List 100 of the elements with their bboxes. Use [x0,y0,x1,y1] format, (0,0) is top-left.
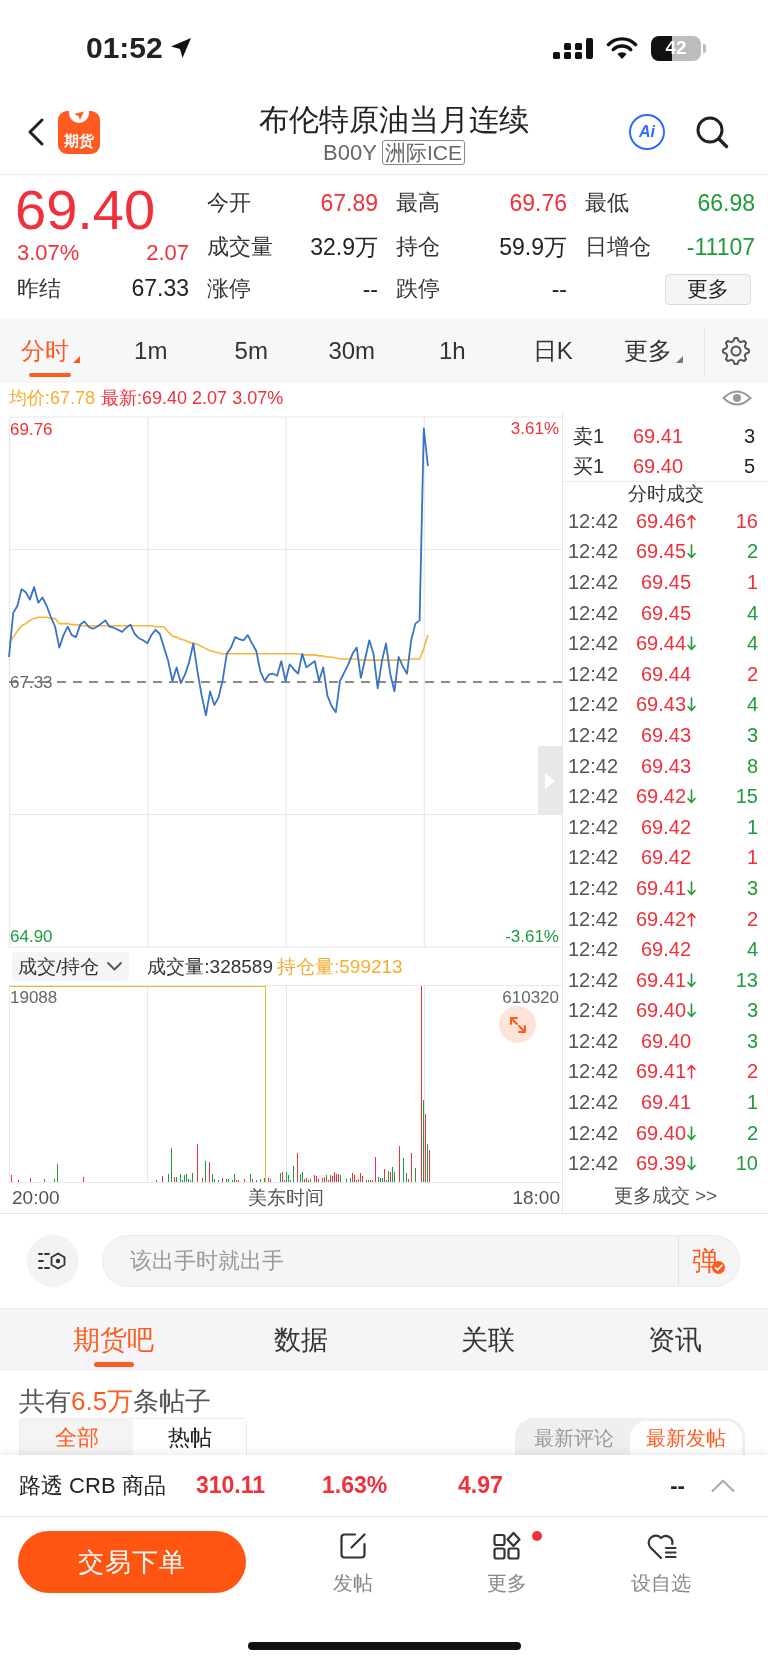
trade-volume: 15 [734,785,758,809]
trade-volume: 10 [734,1152,758,1176]
indicator-dropdown[interactable]: 成交/持仓 [12,952,130,981]
trades-title: 分时成交 [626,482,705,506]
trade-price: 69.45 [635,540,687,564]
trade-volume: 4 [745,938,758,962]
trade-volume: 1 [745,571,758,594]
latest-price-text: 最新:69.40 2.07 3.07% [101,386,284,410]
change-percent: 3.07% [17,239,80,266]
trade-time: 12:42 [568,815,620,839]
trade-time: 12:42 [568,1152,620,1176]
stat-value: 32.9万 [310,232,378,262]
arrow-down-icon [687,697,697,713]
trade-time: 12:42 [568,876,620,900]
ticker-change: 4.97 [458,1472,504,1499]
toolbar-label: 设自选 [631,1571,691,1595]
stat-label: 今开 [207,189,251,217]
toolbar-button[interactable]: 更多 [430,1531,584,1595]
trade-time: 12:42 [568,1121,620,1145]
stat-label: 涨停 [207,275,251,303]
comment-settings-button[interactable] [27,1235,79,1287]
trade-price: 69.45 [640,571,692,594]
trade-price: 69.41 [640,1091,692,1115]
stat-label: 最高 [396,189,440,217]
period-tab[interactable]: 5m [201,319,302,383]
trade-volume: 4 [745,693,758,717]
stat-value: -- [551,275,567,303]
order-quantity: 5 [742,454,755,478]
open-interest-text: 持仓量:599213 [276,954,403,979]
location-arrow-icon [169,37,192,59]
period-tab[interactable]: 日K [502,319,603,383]
trade-price: 69.40 [635,999,687,1023]
chevron-left-icon [27,118,45,146]
search-button[interactable] [695,115,729,149]
trade-volume: 2 [745,1121,758,1145]
stat-value: -11107 [686,233,755,261]
exchange-tag: 洲际ICE [381,140,465,165]
post-count-text: 共有6.5万条帖子 [19,1386,213,1416]
trade-time: 12:42 [568,754,620,778]
order-quantity: 3 [742,424,755,448]
trade-volume: 16 [734,509,758,533]
arrow-down-icon [687,636,697,652]
more-trades-link[interactable]: 更多成交 >> [613,1183,718,1210]
order-side-label: 卖1 [573,423,606,449]
trade-volume: 1 [745,815,758,839]
comment-input-field[interactable]: 该出手时就出手 [102,1235,678,1287]
change-value: 2.07 [146,239,189,266]
stat-label: 持仓 [396,233,440,261]
trade-time: 12:42 [568,632,620,656]
axis-max-label: 610320 [502,988,559,1007]
period-tab[interactable]: 1m [100,319,201,383]
percent-label: 3.61% [510,419,559,438]
arrow-down-icon [687,1125,697,1141]
trade-price: 69.42 [635,785,687,809]
section-tab[interactable]: 关联 [394,1309,581,1371]
trade-volume: 2 [745,1060,758,1084]
section-tab[interactable]: 数据 [207,1309,394,1371]
trade-price: 69.39 [635,1152,687,1176]
expand-button[interactable] [499,1006,536,1043]
arrow-down-icon [687,1003,697,1019]
trade-price: 69.42 [640,938,692,962]
more-button[interactable]: 更多 [665,273,751,305]
trade-time: 12:42 [568,907,620,931]
trade-price: 69.40 [640,1029,692,1053]
toolbar-button[interactable]: 设自选 [584,1531,738,1595]
shapes-grid-icon [491,1531,523,1561]
trade-time: 12:42 [568,509,620,533]
period-tab[interactable]: 30m [301,319,402,383]
wifi-icon [606,36,638,60]
trade-volume: 3 [745,1029,758,1053]
section-tab[interactable]: 资讯 [581,1309,768,1371]
ai-assistant-button[interactable]: Ai [629,114,665,150]
edit-square-icon [337,1531,369,1561]
trade-volume: 3 [745,723,758,747]
trade-time: 12:42 [568,723,620,747]
panel-toggle-button[interactable] [538,746,562,815]
trade-time: 12:42 [568,968,620,992]
trade-price: 69.42 [640,815,692,839]
stat-value: 66.98 [697,189,755,217]
y-axis-label: 64.90 [10,926,53,946]
clock-time: 01:52 [86,31,163,65]
trade-price: 69.41 [635,1060,687,1084]
trade-price: 69.40 [635,1121,687,1145]
trade-time: 12:42 [568,785,620,809]
search-icon [695,115,729,149]
trade-price: 69.45 [640,601,692,625]
trade-price: 69.42 [640,846,692,870]
last-price: 69.40 [15,181,157,239]
ticker-price: 310.11 [196,1472,267,1499]
arrow-down-icon [687,789,697,805]
toolbar-button[interactable]: 发帖 [276,1531,430,1595]
period-tab[interactable]: 1h [402,319,503,383]
time-axis-title: 美东时间 [248,1186,324,1210]
period-tab[interactable]: 更多 [603,319,704,383]
trade-time: 12:42 [568,662,620,686]
average-price-text: 均价:67.78 [9,386,96,410]
page-title: 布伦特原油当月连续 [259,101,529,138]
axis-max-label: 19088 [10,988,58,1007]
trade-time: 12:42 [568,846,620,870]
eye-icon[interactable] [722,388,752,407]
